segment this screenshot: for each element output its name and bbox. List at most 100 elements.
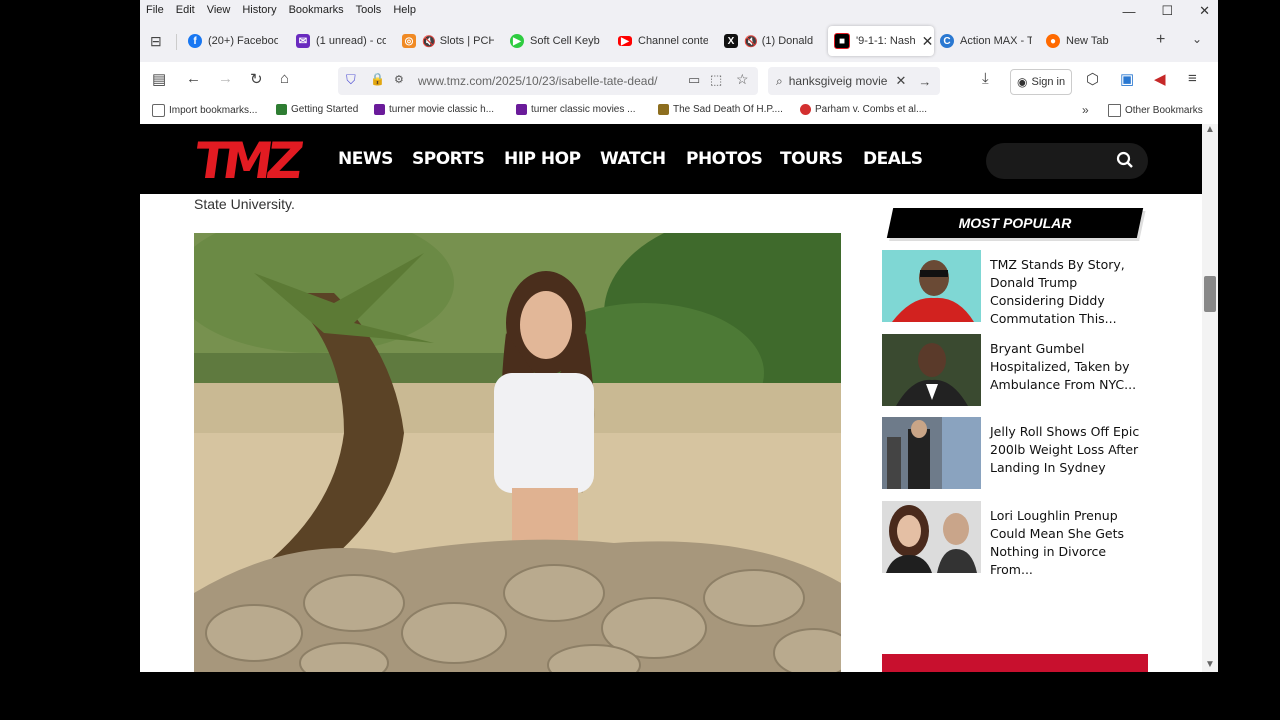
sign-in-button[interactable]: ◉ Sign in [1010,69,1073,95]
hamburger-menu-icon[interactable]: ≡ [1188,70,1197,87]
popular-headline[interactable]: TMZ Stands By Story, Donald Trump Consid… [990,256,1152,328]
tab-list-chevron-icon[interactable]: ⌄ [1192,32,1202,46]
url-bar[interactable]: ⛉ 🔒 ⚙ www.tmz.com/2025/10/23/isabelle-ta… [338,67,758,95]
search-go-arrow-icon[interactable]: → [918,74,931,89]
mail-icon: ✉ [296,34,310,48]
other-bookmarks[interactable]: Other Bookmarks [1108,104,1203,117]
tab-softcell[interactable]: ▶ Soft Cell Keybo [510,26,600,56]
nav-news[interactable]: NEWS [338,149,393,169]
popular-thumbnail[interactable] [882,250,981,322]
bookmark-label: Import bookmarks... [169,105,258,116]
scroll-down-icon[interactable]: ▼ [1205,659,1215,670]
lock-icon[interactable]: 🔒 [370,72,385,86]
download-icon[interactable]: ⤓ [982,70,989,87]
menu-help[interactable]: Help [393,4,416,16]
tab-label: (20+) Faceboo [208,35,278,47]
nav-watch[interactable]: WATCH [600,149,666,169]
sidebar-icon[interactable]: ▤ [152,70,166,88]
tab-action-max[interactable]: C Action MAX - T [940,26,1032,56]
muted-speaker-icon[interactable]: 🔇 [422,35,436,48]
advertisement[interactable] [882,654,1148,672]
screenshot-icon[interactable]: ⬚ [710,72,722,88]
reload-icon[interactable]: ↻ [250,70,263,88]
tab-mail[interactable]: ✉ (1 unread) - co [296,26,386,56]
tab-x[interactable]: X 🔇 (1) Donald [724,26,816,56]
bookmark-parham[interactable]: Parham v. Combs et al.... [800,104,927,115]
popular-headline[interactable]: Jelly Roll Shows Off Epic 200lb Weight L… [990,423,1152,477]
nav-tours[interactable]: TOURS [780,149,843,169]
bookmark-favicon-icon [800,104,811,115]
clear-search-icon[interactable]: ✕ [895,73,906,89]
nav-sports[interactable]: SPORTS [412,149,485,169]
minimize-icon[interactable]: — [1122,4,1135,19]
permissions-icon[interactable]: ⚙ [394,73,404,86]
nav-hip-hop[interactable]: HIP HOP [504,149,581,169]
folder-icon [1108,104,1121,117]
bookmark-star-icon[interactable]: ☆ [736,71,749,88]
popular-item[interactable]: TMZ Stands By Story, Donald Trump Consid… [882,250,1152,326]
pch-icon: ◎ [402,34,416,48]
bookmark-turner-1[interactable]: turner movie classic h... [374,104,494,115]
home-icon[interactable]: ⌂ [280,70,289,87]
page-scrollbar[interactable]: ▲ ▼ [1202,124,1218,672]
bookmark-sad-death[interactable]: The Sad Death Of H.P.... [658,104,783,115]
menu-history[interactable]: History [242,4,276,16]
bookmark-label: Parham v. Combs et al.... [815,104,928,115]
reader-view-icon[interactable]: ▭ [688,72,700,88]
nav-deals[interactable]: DEALS [863,149,923,169]
tab-facebook[interactable]: f (20+) Faceboo [188,26,278,56]
tab-slots[interactable]: ◎ 🔇 Slots | PCH [402,26,494,56]
popular-thumbnail[interactable] [882,417,981,489]
bookmark-import[interactable]: Import bookmarks... [152,104,257,117]
search-bar[interactable]: ⌕ hanksgiveig movie ✕ → [768,67,940,95]
tmz-logo[interactable]: TMZ [191,132,301,190]
tab-label: New Tab [1066,35,1109,47]
web-page: TMZ NEWS SPORTS HIP HOP WATCH PHOTOS TOU… [140,124,1202,672]
site-search-input[interactable] [986,143,1148,179]
bookmarks-overflow-icon[interactable]: » [1082,103,1089,117]
extensions-icon[interactable]: ⬡ [1086,70,1099,88]
maximize-icon[interactable]: ☐ [1161,3,1173,19]
menu-tools[interactable]: Tools [356,4,382,16]
popular-item[interactable]: Lori Loughlin Prenup Could Mean She Gets… [882,501,1152,577]
tab-label: Action MAX - T [960,35,1032,47]
close-tab-icon[interactable]: ✕ [922,33,934,50]
tab-overview-icon[interactable]: ⊟ [150,33,162,50]
tab-label: (1 unread) - co [316,35,386,47]
back-arrow-icon[interactable]: ← [186,70,201,87]
search-input[interactable]: hanksgiveig movie [789,74,888,88]
bookmark-label: The Sad Death Of H.P.... [673,104,783,115]
addon-badge-icon[interactable]: ▣ [1120,70,1134,88]
bookmark-getting-started[interactable]: Getting Started [276,104,358,115]
megaphone-icon[interactable]: ◀ [1154,70,1166,88]
action-max-icon: C [940,34,954,48]
menu-edit[interactable]: Edit [176,4,195,16]
popular-thumbnail[interactable] [882,334,981,406]
import-icon [152,104,165,117]
bookmark-turner-2[interactable]: turner classic movies ... [516,104,635,115]
new-tab-plus-icon[interactable]: + [1156,31,1165,49]
menu-file[interactable]: File [146,4,164,16]
shield-icon[interactable]: ⛉ [346,72,356,88]
url-text[interactable]: www.tmz.com/2025/10/23/isabelle-tate-dea… [418,74,657,88]
forward-arrow-icon[interactable]: → [218,70,233,87]
close-window-icon[interactable]: ✕ [1199,3,1210,19]
tab-tmz-active[interactable]: ■ '9-1-1: Nash ✕ [828,26,934,56]
nav-photos[interactable]: PHOTOS [686,149,763,169]
menu-view[interactable]: View [207,4,231,16]
search-icon[interactable] [1116,151,1134,174]
popular-headline[interactable]: Bryant Gumbel Hospitalized, Taken by Amb… [990,340,1152,394]
tab-new-tab[interactable]: ● New Tab [1046,26,1126,56]
tab-youtube[interactable]: ▶ Channel conte [618,26,708,56]
popular-thumbnail[interactable] [882,501,981,573]
scroll-up-icon[interactable]: ▲ [1205,124,1215,135]
popular-item[interactable]: Jelly Roll Shows Off Epic 200lb Weight L… [882,417,1152,489]
scrollbar-thumb[interactable] [1204,276,1216,312]
bookmark-label: Getting Started [291,104,359,115]
site-header: TMZ NEWS SPORTS HIP HOP WATCH PHOTOS TOU… [140,124,1202,194]
sign-in-label: Sign in [1031,76,1066,88]
muted-speaker-icon[interactable]: 🔇 [744,35,758,48]
popular-item[interactable]: Bryant Gumbel Hospitalized, Taken by Amb… [882,334,1152,406]
menu-bookmarks[interactable]: Bookmarks [289,4,344,16]
popular-headline[interactable]: Lori Loughlin Prenup Could Mean She Gets… [990,507,1152,579]
